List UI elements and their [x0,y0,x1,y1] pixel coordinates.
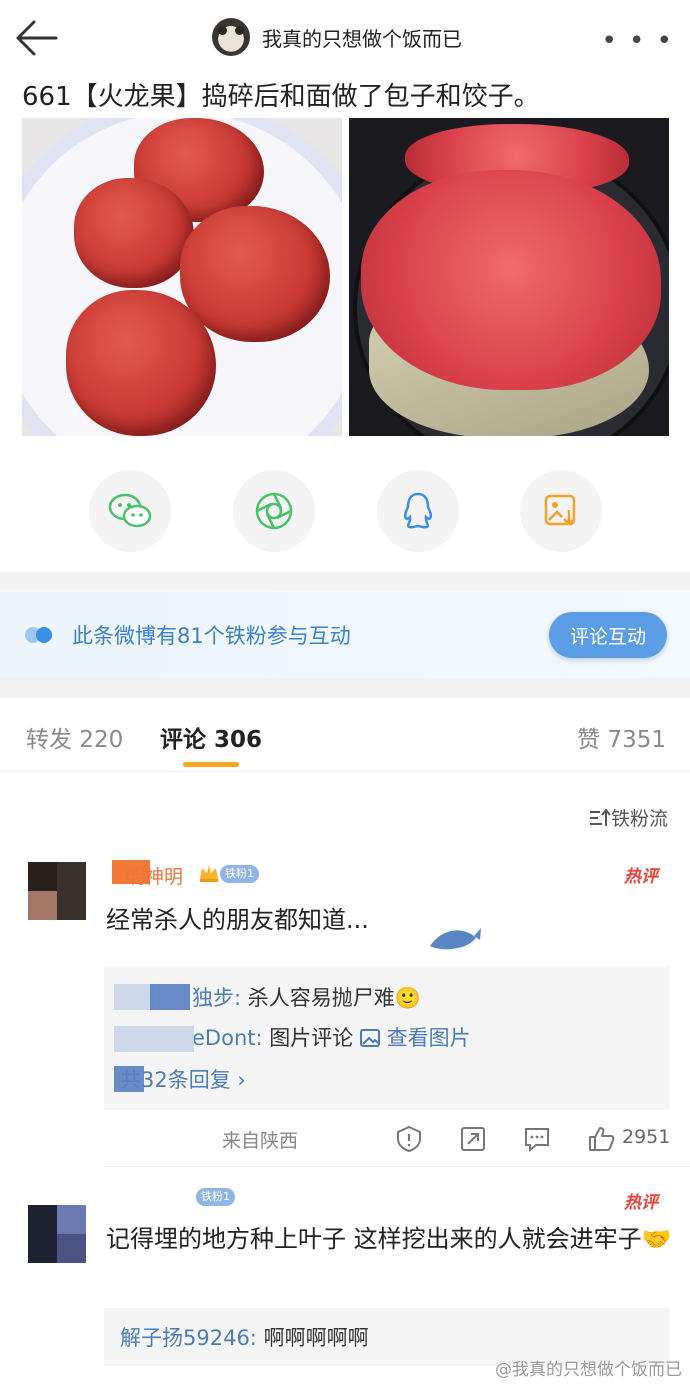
save-image-icon [544,494,576,526]
reply-author[interactable]: 解子扬59246: [120,1326,257,1350]
reply-author[interactable]: eDont: [192,1026,263,1050]
comment-meta: 来自陕西 2951 [0,1120,690,1160]
hot-comment-tag: 热评 [624,1193,658,1213]
iron-fan-badge: 铁粉1 [220,865,259,883]
comment-divider [104,1166,690,1167]
tab-comment[interactable]: 评论 306 [160,720,262,754]
active-tab-indicator [183,762,239,767]
tabs: 转发 220 评论 306 赞 7351 [0,698,690,772]
save-image-button[interactable] [520,470,602,552]
top-bar: 我真的只想做个饭而已 • • • [0,0,690,74]
share-row [0,470,690,552]
watermark: @我真的只想做个饭而已 [495,1360,682,1380]
wechat-icon [108,493,152,528]
section-gap [0,572,690,590]
like-count: 2951 [622,1126,671,1148]
post-photo-buns[interactable] [22,118,342,436]
more-options-icon[interactable]: • • • [601,26,674,56]
commenter-name[interactable]: 明神明 [126,862,183,889]
reply-author[interactable]: 独步: [192,986,241,1010]
comment-text: 记得埋的地方种上叶子 这样挖出来的人就会进牢子🤝 [106,1225,672,1253]
iron-fan-badge: 铁粉1 [196,1188,235,1206]
post-text: 661【火龙果】捣碎后和面做了包子和饺子。 [22,82,540,112]
author[interactable]: 我真的只想做个饭而已 [212,16,462,58]
fan-flow-sort[interactable]: 铁粉流 [589,804,668,831]
commenter-avatar[interactable] [28,862,86,920]
section-gap [0,678,690,698]
qq-icon [403,492,433,529]
author-name[interactable]: 我真的只想做个饭而已 [262,23,462,52]
wechat-share-button[interactable] [89,470,171,552]
repost-icon[interactable] [458,1124,488,1154]
back-arrow-icon[interactable] [14,18,58,58]
author-avatar[interactable] [212,18,250,56]
sort-icon [589,807,611,826]
moments-icon [255,492,293,530]
report-icon[interactable] [394,1124,424,1154]
moments-share-button[interactable] [233,470,315,552]
reply-text: 啊啊啊啊啊 [263,1326,369,1350]
comment-interact-button[interactable]: 评论互动 [549,612,667,658]
comment-icon[interactable] [522,1124,552,1154]
like-icon[interactable] [586,1124,616,1154]
hot-comment-tag: 热评 [624,867,658,887]
reply-text: 杀人容易抛尸难🙂 [247,986,421,1010]
comment-location: 来自陕西 [222,1130,299,1152]
reply-item: 解子扬59246: 啊啊啊啊啊 [120,1322,369,1352]
post-photo-dumplings[interactable] [349,118,669,436]
qq-share-button[interactable] [377,470,459,552]
whale-decoration-icon [430,928,481,950]
tab-repost[interactable]: 转发 220 [26,720,123,754]
iron-fan-banner: 此条微博有81个铁粉参与互动 评论互动 [0,590,690,678]
comment-text: 经常杀人的朋友都知道... [106,906,369,934]
reply-text: 图片评论 [269,1026,354,1050]
banner-text: 此条微博有81个铁粉参与互动 [72,624,351,648]
fan-flow-label: 铁粉流 [610,808,668,830]
tab-like[interactable]: 赞 7351 [577,720,666,754]
image-icon [359,1029,380,1047]
crown-icon [200,865,218,882]
commenter-avatar[interactable] [28,1205,86,1263]
fan-indicator-icon [25,627,52,643]
view-image-link[interactable]: 查看图片 [387,1026,471,1050]
